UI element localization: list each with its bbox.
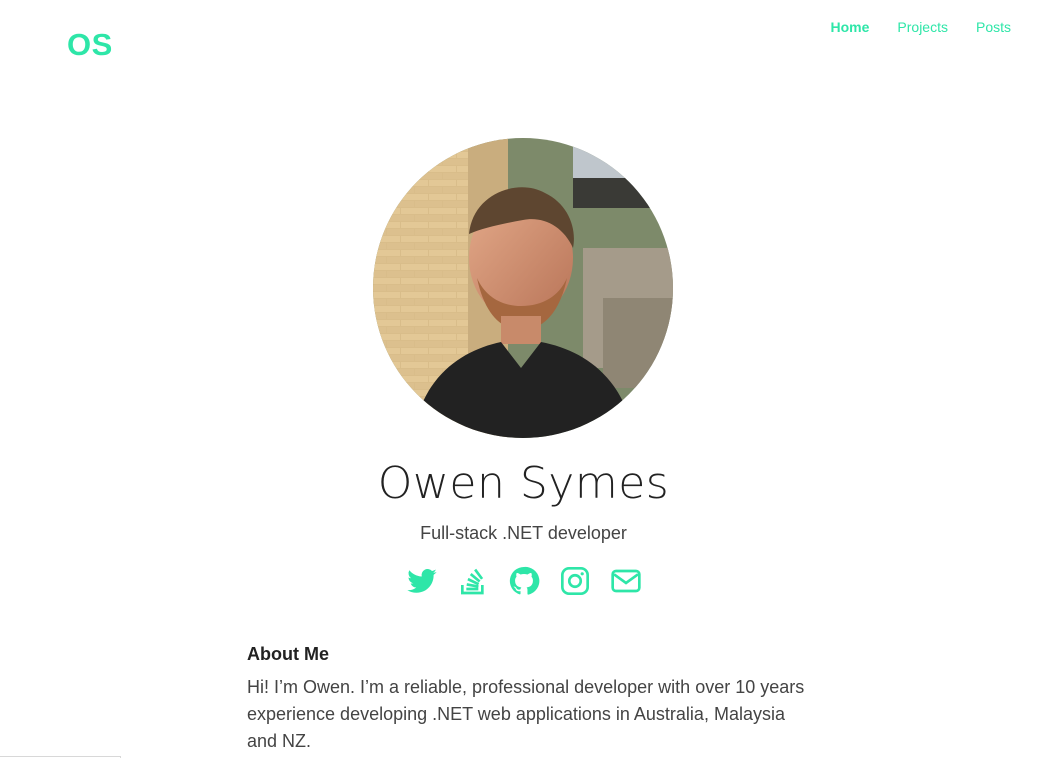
email-link[interactable] <box>610 563 642 599</box>
profile-avatar <box>373 138 673 438</box>
twitter-link[interactable] <box>406 563 438 599</box>
profile-name: Owen Symes <box>377 458 670 509</box>
avatar-photo <box>373 138 673 438</box>
about-section: About Me Hi! I’m Owen. I’m a reliable, p… <box>247 644 807 755</box>
profile-tagline: Full-stack .NET developer <box>420 523 627 543</box>
main-nav: Home Projects Posts <box>831 19 1012 35</box>
instagram-link[interactable] <box>559 563 591 599</box>
about-body: Hi! I’m Owen. I’m a reliable, profession… <box>247 677 805 751</box>
site-logo[interactable]: OS <box>67 27 113 63</box>
nav-item-projects[interactable]: Projects <box>897 19 948 35</box>
github-link[interactable] <box>508 563 540 599</box>
nav-item-home[interactable]: Home <box>831 19 870 35</box>
nav-item-posts[interactable]: Posts <box>976 19 1011 35</box>
github-icon <box>509 566 539 595</box>
twitter-icon <box>406 569 437 593</box>
stackoverflow-icon <box>460 568 484 595</box>
about-heading: About Me <box>247 644 329 664</box>
email-icon <box>610 569 641 593</box>
stackoverflow-link[interactable] <box>457 563 489 599</box>
social-links <box>0 563 1047 599</box>
instagram-icon <box>560 567 589 595</box>
